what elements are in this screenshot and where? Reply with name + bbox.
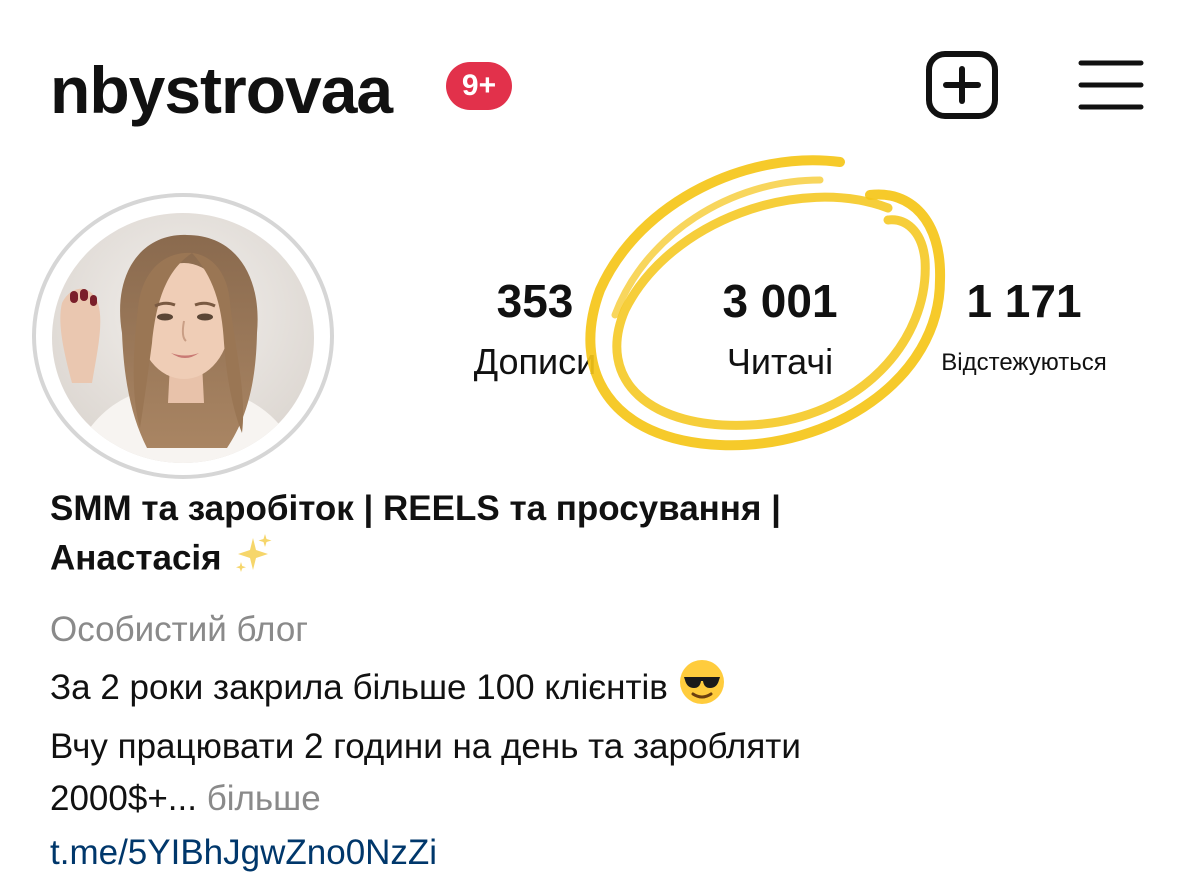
bio-line-3-text: 2000$+... [50,779,197,818]
profile-photo [52,213,314,463]
following-label: Відстежуються [941,349,1107,376]
bio-line-1-text: За 2 роки закрила більше 100 клієнтів [50,667,668,707]
notification-badge[interactable]: 9+ [446,62,512,110]
bio-line-2: Вчу працювати 2 години на день та заробл… [50,727,801,766]
stat-following[interactable]: 1 171 Відстежуються [906,276,1142,380]
plus-square-icon [926,51,998,119]
posts-count: 353 [496,275,574,327]
stat-followers[interactable]: 3 001 Читачі [680,276,880,384]
menu-button[interactable] [1074,52,1148,118]
following-count: 1 171 [966,275,1082,327]
display-name-line1: SMM та заробіток | REELS та просування | [50,489,781,528]
posts-label: Дописи [473,341,597,382]
new-post-button[interactable] [924,50,1000,120]
followers-count: 3 001 [722,275,838,327]
display-name: SMM та заробіток | REELS та просування |… [50,486,1150,588]
bio-line-1: За 2 роки закрила більше 100 клієнтів [50,658,1150,721]
display-name-text: Анастасія [50,538,222,578]
bio-section: SMM та заробіток | REELS та просування |… [50,486,1150,881]
display-name-line2: Анастасія [50,532,1150,588]
followers-label: Читачі [726,341,834,382]
avatar[interactable] [52,213,314,463]
profile-header: nbystrovaa 9+ [0,0,1196,170]
more-link[interactable]: більше [207,779,321,818]
bio-external-link[interactable]: t.me/5YIBhJgwZno0NzZi [50,833,437,872]
sparkles-icon [231,532,275,588]
stat-posts[interactable]: 353 Дописи [440,276,630,384]
hamburger-menu-icon [1078,60,1144,110]
username[interactable]: nbystrovaa [50,54,393,126]
sunglasses-emoji-icon [678,658,726,721]
category-label: Особистий блог [50,610,309,649]
bio-line-3: 2000$+... більше [50,773,1150,825]
